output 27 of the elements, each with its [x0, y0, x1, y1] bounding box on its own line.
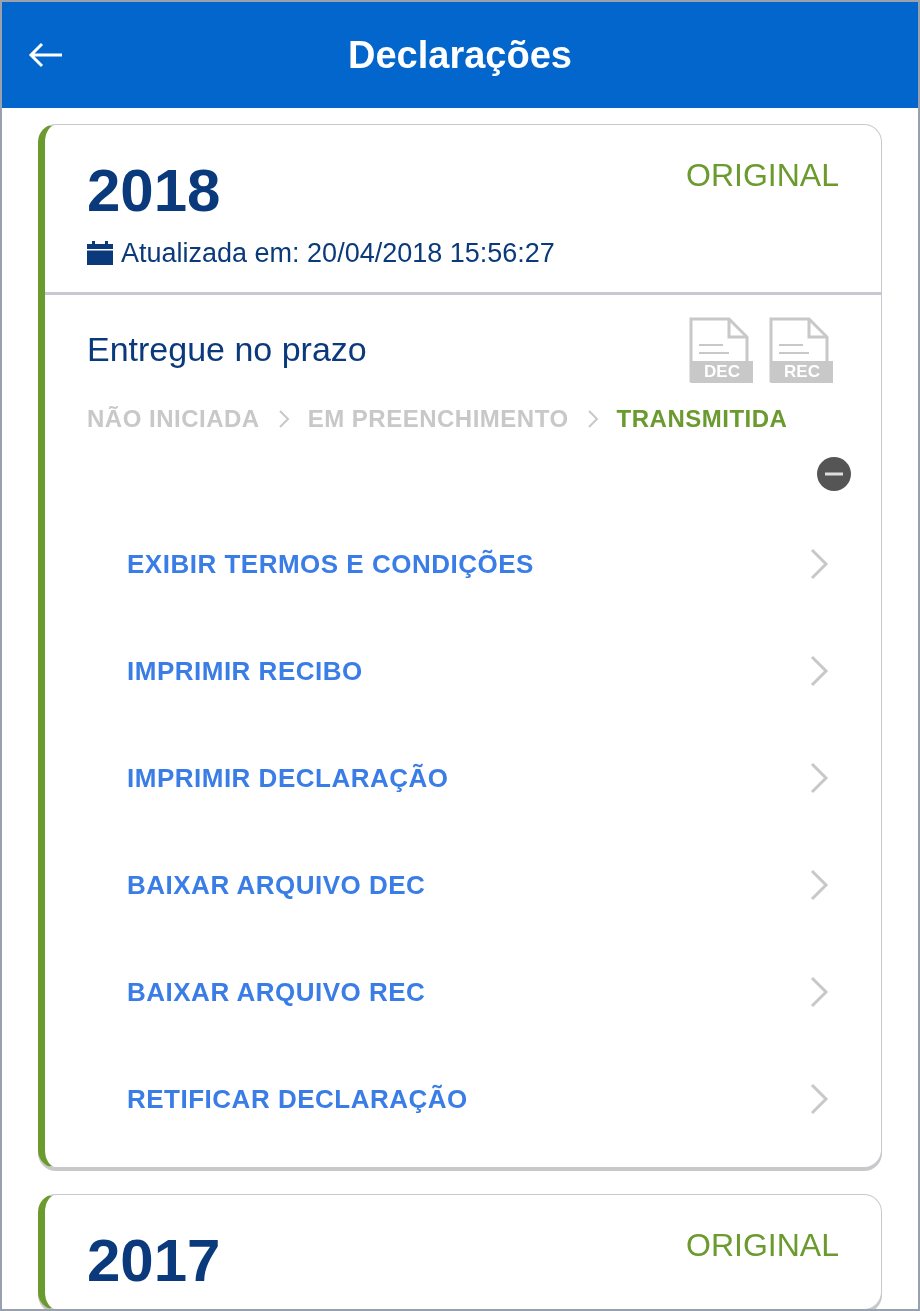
action-item[interactable]: BAIXAR ARQUIVO REC: [127, 938, 829, 1046]
back-arrow-icon[interactable]: [28, 42, 64, 68]
action-item[interactable]: IMPRIMIR DECLARAÇÃO: [127, 724, 829, 832]
page-title: Declarações: [348, 32, 572, 78]
declaration-type: ORIGINAL: [686, 156, 839, 195]
chevron-icon: [586, 408, 599, 429]
year-title: 2017: [87, 1230, 221, 1291]
progress-step: TRANSMITIDA: [616, 400, 788, 437]
collapse-icon[interactable]: [817, 456, 851, 491]
chevron-icon: [809, 868, 829, 902]
action-item[interactable]: BAIXAR ARQUIVO DEC: [127, 831, 829, 939]
chevron-icon: [809, 547, 829, 581]
year-title: 2018: [87, 161, 221, 221]
chevron-icon: [809, 761, 829, 795]
action-item[interactable]: RETIFICAR DECLARAÇÃO: [127, 1045, 829, 1153]
calendar-icon: [87, 241, 113, 266]
action-item[interactable]: IMPRIMIR RECIBO: [127, 617, 829, 725]
chevron-icon: [277, 408, 290, 429]
declaration-type: ORIGINAL: [686, 1225, 839, 1265]
chevron-icon: [809, 975, 829, 1009]
declaration-card[interactable]: [38, 124, 882, 1168]
status-text: Entregue no prazo: [87, 329, 367, 370]
action-item[interactable]: EXIBIR TERMOS E CONDIÇÕES: [127, 510, 829, 618]
declaration-card[interactable]: 2017 ORIGINAL: [38, 1193, 882, 1309]
chevron-icon: [809, 1082, 829, 1116]
chevron-icon: [809, 654, 829, 688]
updated-date: Atualizada em: 20/04/2018 15:56:27: [121, 237, 555, 270]
